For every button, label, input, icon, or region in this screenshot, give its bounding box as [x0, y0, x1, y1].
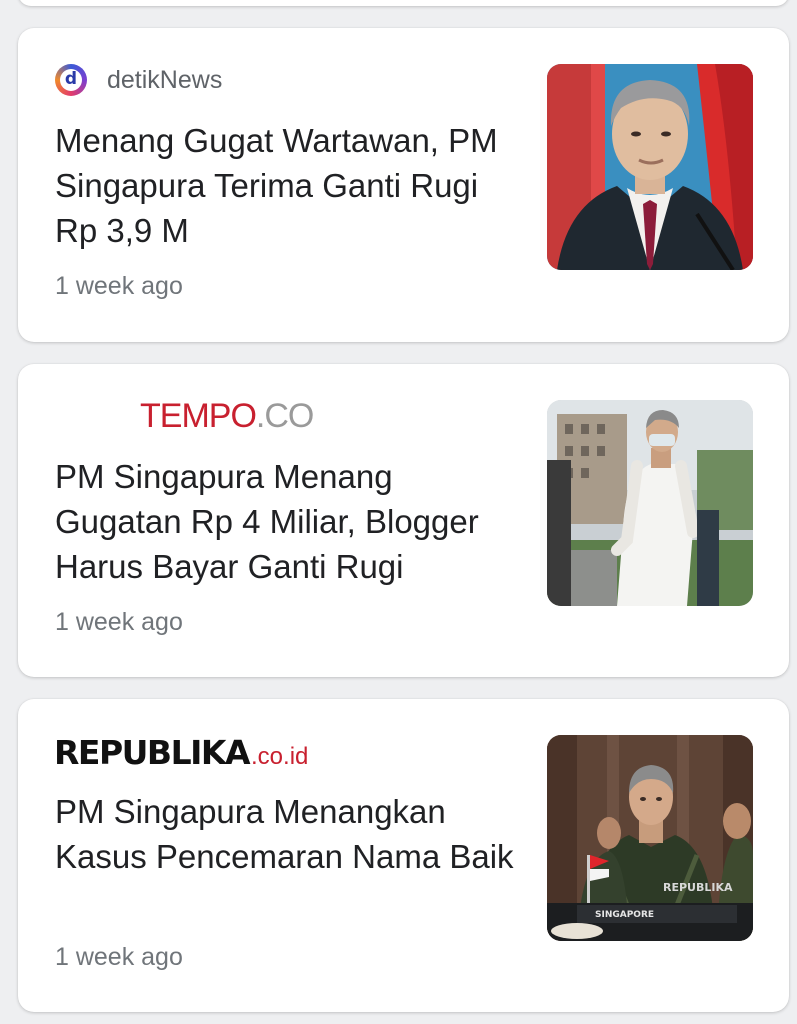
svg-text:SINGAPORE: SINGAPORE [595, 910, 654, 920]
publish-time: 1 week ago [55, 608, 183, 636]
previous-news-card[interactable] [18, 0, 789, 6]
news-headline[interactable]: PM Singapura Menangkan Kasus Pencemaran … [55, 789, 515, 879]
publish-time: 1 week ago [55, 272, 183, 300]
detik-logo-icon: d [55, 64, 87, 96]
publish-time: 1 week ago [55, 943, 183, 971]
news-thumbnail[interactable] [547, 64, 753, 270]
news-thumbnail[interactable]: REPUBLIKA SINGAPORE [547, 735, 753, 941]
news-headline[interactable]: PM Singapura Menang Gugatan Rp 4 Miliar,… [55, 454, 515, 589]
svg-text:REPUBLIKA: REPUBLIKA [663, 881, 733, 894]
tempo-logo: TEMPO.CO [140, 397, 314, 435]
news-card[interactable]: d detikNews Menang Gugat Wartawan, PM Si… [18, 28, 789, 342]
news-card[interactable]: REPUBLIKA.co.id PM Singapura Menangkan K… [18, 699, 789, 1012]
source-name: detikNews [107, 65, 223, 94]
republika-logo: REPUBLIKA.co.id [54, 733, 309, 772]
news-thumbnail[interactable] [547, 400, 753, 606]
news-headline[interactable]: Menang Gugat Wartawan, PM Singapura Teri… [55, 118, 515, 253]
news-feed: d detikNews Menang Gugat Wartawan, PM Si… [0, 0, 797, 1024]
news-card[interactable]: TEMPO.CO PM Singapura Menang Gugatan Rp … [18, 364, 789, 677]
source-row: d detikNews [55, 62, 222, 98]
